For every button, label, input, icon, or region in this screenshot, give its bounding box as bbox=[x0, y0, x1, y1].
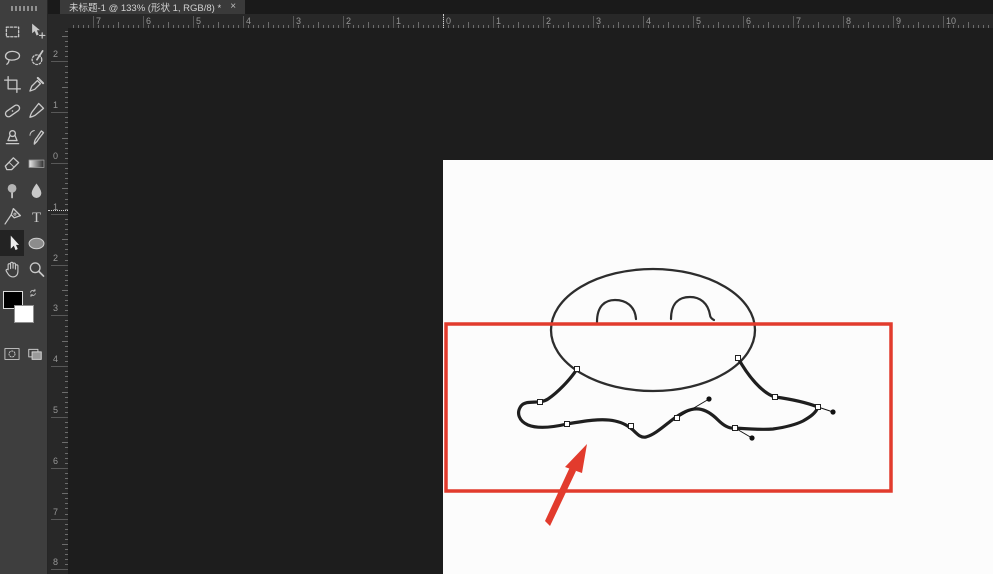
red-annotation-arrow-head bbox=[565, 444, 587, 473]
path-anchor-point[interactable] bbox=[574, 366, 580, 372]
path-anchor-point[interactable] bbox=[537, 399, 543, 405]
drawing-head-ellipse bbox=[549, 267, 757, 393]
drawing-eye-left bbox=[595, 298, 638, 324]
path-anchor-point[interactable] bbox=[772, 394, 778, 400]
path-handle-point[interactable] bbox=[749, 435, 755, 441]
red-annotation-arrow-shaft bbox=[545, 467, 576, 526]
red-annotation-rectangle bbox=[444, 322, 893, 493]
path-anchor-point[interactable] bbox=[564, 421, 570, 427]
path-anchor-point[interactable] bbox=[732, 425, 738, 431]
path-handle-point[interactable] bbox=[706, 396, 712, 402]
path-anchor-point[interactable] bbox=[628, 423, 634, 429]
artwork-svg bbox=[444, 267, 893, 526]
path-handle-point[interactable] bbox=[830, 409, 836, 415]
path-anchor-point[interactable] bbox=[815, 404, 821, 410]
drawing-eye-right bbox=[669, 295, 716, 322]
path-anchor-point[interactable] bbox=[735, 355, 741, 361]
photoshop-window: { "tabbar": { "tabs": [ { "title": "未标题-… bbox=[0, 0, 993, 574]
path-anchor-point[interactable] bbox=[674, 415, 680, 421]
path-handle-line bbox=[676, 398, 710, 419]
